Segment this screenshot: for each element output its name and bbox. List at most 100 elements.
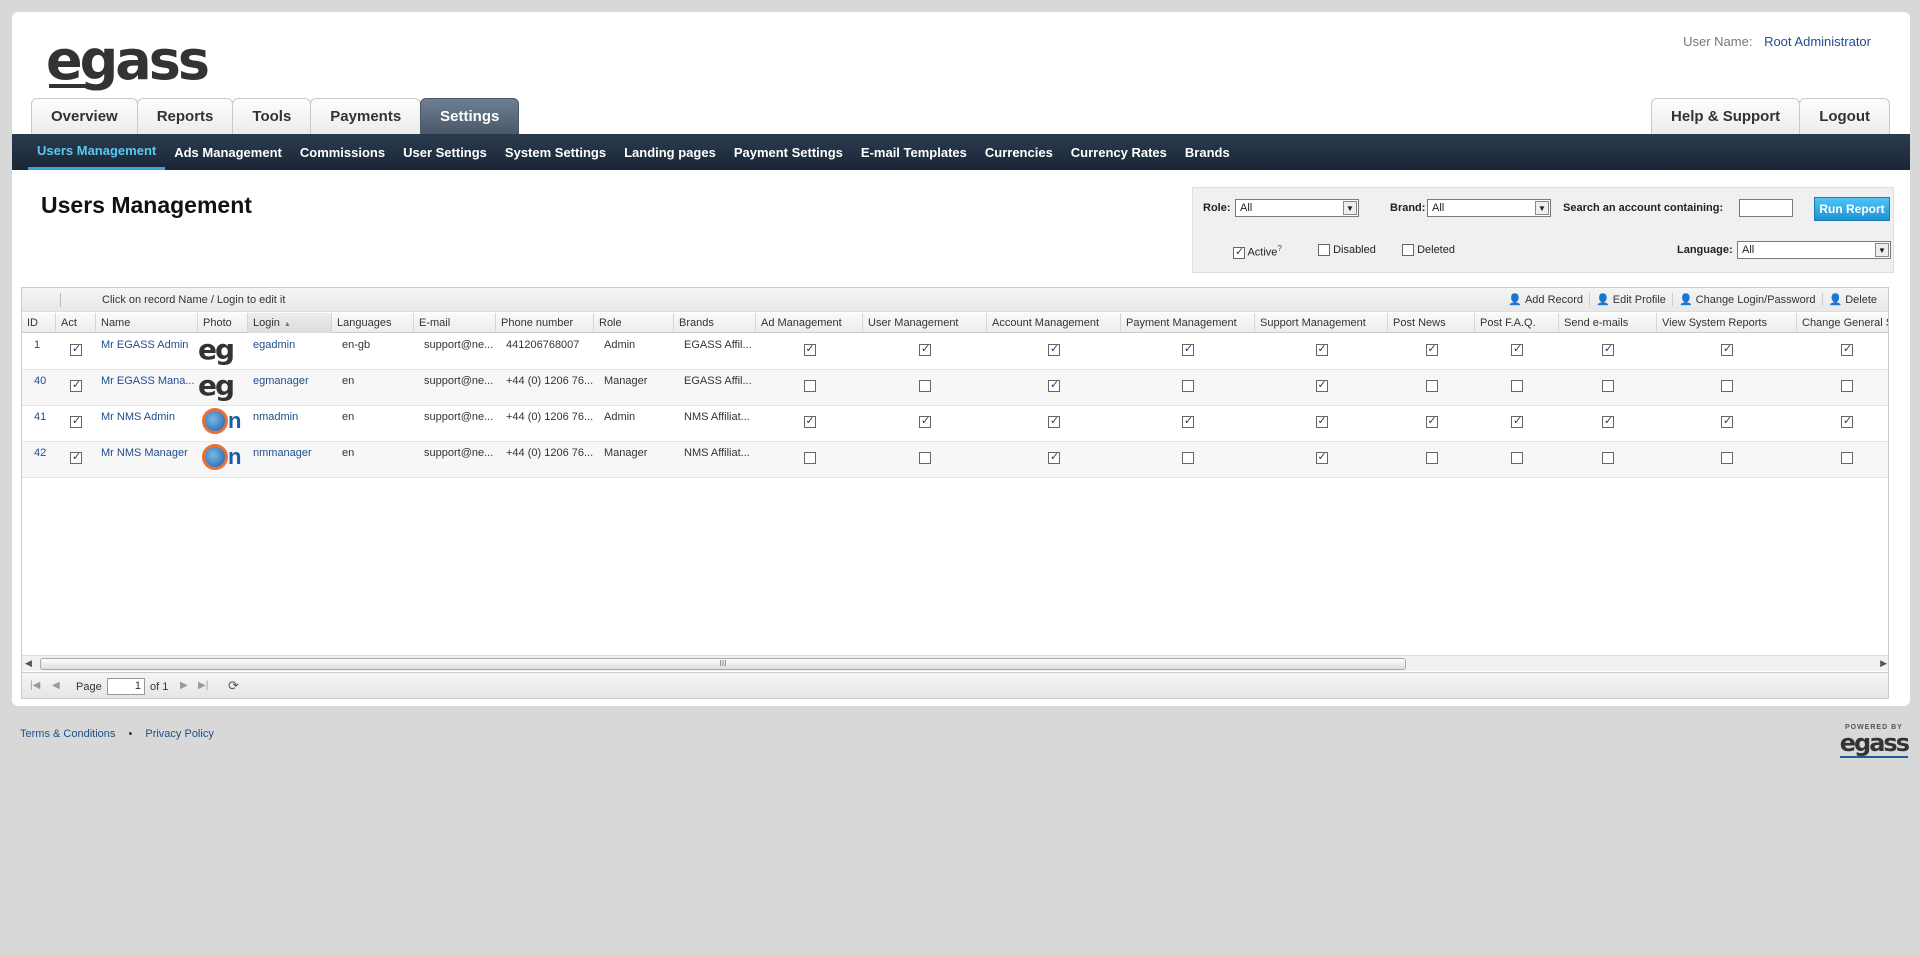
permission-checkbox[interactable] [919, 342, 931, 356]
column-header[interactable]: Ad Management [756, 313, 863, 333]
column-header[interactable]: Role [594, 313, 674, 333]
subnav-email-templates[interactable]: E-mail Templates [852, 134, 976, 170]
column-header[interactable]: Send e-mails [1559, 313, 1657, 333]
cell-login[interactable]: nmadmin [248, 406, 332, 442]
tab-payments[interactable]: Payments [310, 98, 422, 134]
column-header[interactable]: User Management [863, 313, 987, 333]
permission-checkbox[interactable] [1048, 414, 1060, 428]
subnav-commissions[interactable]: Commissions [291, 134, 394, 170]
column-header[interactable]: View System Reports [1657, 313, 1797, 333]
active-checkbox[interactable] [70, 342, 82, 356]
next-page-icon[interactable]: ▶ [180, 680, 188, 691]
cell-name[interactable]: Mr NMS Manager [96, 442, 198, 478]
permission-checkbox[interactable] [1841, 452, 1853, 464]
subnav-ads-management[interactable]: Ads Management [165, 134, 291, 170]
language-select[interactable]: All ▼ [1737, 241, 1891, 259]
active-checkbox[interactable] [70, 450, 82, 464]
column-header[interactable]: Post F.A.Q. [1475, 313, 1559, 333]
column-header[interactable]: Languages [332, 313, 414, 333]
cell-name[interactable]: Mr EGASS Admin [96, 334, 198, 370]
tab-reports[interactable]: Reports [136, 98, 234, 134]
permission-checkbox[interactable] [1182, 414, 1194, 428]
table-row[interactable]: 42 Mr NMS Managernnmmanager en support@ne..… [22, 442, 1888, 478]
tab-help-support[interactable]: Help & Support [1651, 98, 1801, 134]
disabled-filter[interactable]: Disabled [1318, 244, 1376, 257]
permission-checkbox[interactable] [919, 452, 931, 464]
permission-checkbox[interactable] [1511, 380, 1523, 392]
subnav-brands[interactable]: Brands [1176, 134, 1239, 170]
permission-checkbox[interactable] [1182, 380, 1194, 392]
permission-checkbox[interactable] [1425, 342, 1438, 356]
active-checkbox[interactable] [70, 378, 82, 392]
active-filter[interactable]: Active? [1233, 244, 1282, 259]
role-select[interactable]: All ▼ [1235, 199, 1359, 217]
permission-checkbox[interactable] [1511, 452, 1523, 464]
permission-checkbox[interactable] [1315, 414, 1328, 428]
privacy-link[interactable]: Privacy Policy [145, 728, 213, 740]
table-row[interactable]: 40 Mr EGASS Mana...eg egmanager en support@n… [22, 370, 1888, 406]
active-checkbox[interactable] [70, 414, 82, 428]
refresh-icon[interactable]: ⟳ [228, 678, 239, 694]
scroll-right-icon[interactable]: ▶ [1880, 658, 1887, 669]
permission-checkbox[interactable] [919, 414, 931, 428]
tab-overview[interactable]: Overview [31, 98, 138, 134]
permission-checkbox[interactable] [803, 452, 816, 464]
permission-checkbox[interactable] [1602, 414, 1614, 428]
user-name-link[interactable]: Root Administrator [1764, 34, 1871, 49]
permission-checkbox[interactable] [1315, 342, 1328, 356]
subnav-user-settings[interactable]: User Settings [394, 134, 496, 170]
column-header[interactable]: Support Management [1255, 313, 1388, 333]
tab-settings[interactable]: Settings [420, 98, 520, 134]
subnav-currency-rates[interactable]: Currency Rates [1062, 134, 1176, 170]
permission-checkbox[interactable] [1841, 342, 1853, 356]
help-icon[interactable]: ? [1277, 244, 1281, 253]
permission-checkbox[interactable] [1425, 414, 1438, 428]
permission-checkbox[interactable] [1841, 414, 1853, 428]
column-header[interactable]: Post News [1388, 313, 1475, 333]
column-header[interactable]: Photo [198, 313, 248, 333]
first-page-icon[interactable]: |◀ [30, 680, 40, 691]
scrollbar-thumb[interactable]: III [40, 658, 1406, 670]
deleted-filter[interactable]: Deleted [1402, 244, 1455, 257]
permission-checkbox[interactable] [1602, 342, 1614, 356]
change-login-button[interactable]: 👤 Change Login/Password [1671, 293, 1822, 306]
tab-logout[interactable]: Logout [1799, 98, 1890, 134]
permission-checkbox[interactable] [1721, 452, 1733, 464]
column-header[interactable]: Login ▲ [248, 313, 332, 333]
permission-checkbox[interactable] [1721, 414, 1733, 428]
add-record-button[interactable]: 👤 Add Record [1502, 293, 1589, 306]
permission-checkbox[interactable] [1602, 380, 1614, 392]
disabled-checkbox[interactable] [1318, 244, 1330, 257]
permission-checkbox[interactable] [919, 380, 931, 392]
permission-checkbox[interactable] [1721, 380, 1733, 392]
column-header[interactable]: Name [96, 313, 198, 333]
permission-checkbox[interactable] [1315, 378, 1328, 392]
permission-checkbox[interactable] [803, 342, 816, 356]
search-input[interactable] [1739, 199, 1793, 217]
permission-checkbox[interactable] [1048, 378, 1060, 392]
column-header[interactable]: Change General Sett [1797, 313, 1888, 333]
page-input[interactable]: 1 [107, 678, 145, 695]
cell-name[interactable]: Mr EGASS Mana... [96, 370, 198, 406]
table-row[interactable]: 1 Mr EGASS Admineg egadmin en-gb support@ne.… [22, 334, 1888, 370]
cell-login[interactable]: nmmanager [248, 442, 332, 478]
column-header[interactable]: Act [56, 313, 96, 333]
column-header[interactable]: Payment Management [1121, 313, 1255, 333]
active-checkbox[interactable] [1233, 245, 1245, 259]
permission-checkbox[interactable] [1425, 380, 1438, 392]
permission-checkbox[interactable] [803, 380, 816, 392]
column-header[interactable]: ID [22, 313, 56, 333]
subnav-system-settings[interactable]: System Settings [496, 134, 615, 170]
cell-name[interactable]: Mr NMS Admin [96, 406, 198, 442]
column-header[interactable]: Account Management [987, 313, 1121, 333]
horizontal-scrollbar[interactable]: ◀ III ▶ [22, 655, 1888, 671]
brand-select[interactable]: All ▼ [1427, 199, 1551, 217]
prev-page-icon[interactable]: ◀ [52, 680, 60, 691]
permission-checkbox[interactable] [1182, 452, 1194, 464]
table-row[interactable]: 41 Mr NMS Adminnnmadmin en support@ne... +44… [22, 406, 1888, 442]
permission-checkbox[interactable] [1841, 380, 1853, 392]
permission-checkbox[interactable] [1315, 450, 1328, 464]
column-header[interactable]: Phone number [496, 313, 594, 333]
permission-checkbox[interactable] [1511, 342, 1523, 356]
permission-checkbox[interactable] [1425, 452, 1438, 464]
